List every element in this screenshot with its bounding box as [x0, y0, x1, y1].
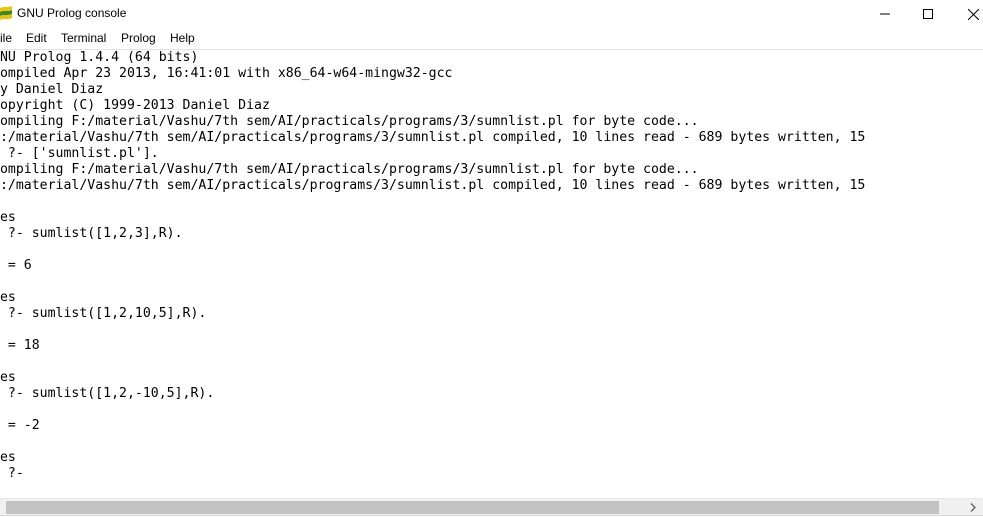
horizontal-scrollbar[interactable] [0, 498, 983, 516]
console-line: compiling F:/material/Vashu/7th sem/AI/p… [0, 162, 699, 177]
menu-terminal[interactable]: Terminal [61, 31, 106, 45]
console-line: R = 18 [7, 338, 40, 353]
menu-edit[interactable]: Edit [26, 31, 47, 45]
title-bar[interactable]: GNU Prolog console [0, 0, 983, 28]
console-line: | ?- sumlist([1,2,3],R). [0, 226, 183, 241]
console-line: | ?- sumlist([1,2,-10,5],R). [0, 386, 215, 401]
console-line: F:/material/Vashu/7th sem/AI/practicals/… [0, 130, 866, 145]
maximize-icon [923, 9, 933, 19]
console-line: yes [0, 370, 16, 385]
console-output[interactable]: GNU Prolog 1.4.4 (64 bits) Compiled Apr … [0, 49, 983, 499]
console-line: R = 6 [7, 258, 32, 273]
console-line: yes [0, 210, 16, 225]
menu-bar: ile Edit Terminal Prolog Help [0, 28, 983, 49]
console-line: yes [0, 450, 16, 465]
console-line: compiling F:/material/Vashu/7th sem/AI/p… [0, 114, 699, 129]
menu-file[interactable]: ile [0, 31, 12, 45]
console-line: | ?- ['sumnlist.pl']. [0, 146, 159, 161]
gnu-prolog-app-icon[interactable] [0, 6, 12, 22]
console-line: yes [0, 290, 16, 305]
console-line: R = -2 [7, 418, 40, 433]
console-line: GNU Prolog 1.4.4 (64 bits) [0, 50, 199, 65]
minimize-icon [880, 9, 890, 19]
console-line: F:/material/Vashu/7th sem/AI/practicals/… [0, 178, 866, 193]
close-button[interactable] [950, 0, 983, 28]
console-line: Copyright (C) 1999-2013 Daniel Diaz [0, 98, 270, 113]
menu-help[interactable]: Help [170, 31, 195, 45]
menu-prolog[interactable]: Prolog [121, 31, 156, 45]
horizontal-scrollbar-thumb[interactable] [6, 501, 939, 514]
console-prompt-line: | ?- [7, 466, 24, 481]
chevron-right-icon [970, 499, 976, 517]
close-icon [967, 8, 979, 20]
maximize-button[interactable] [905, 0, 951, 28]
scroll-right-button[interactable] [964, 499, 981, 516]
window-title: GNU Prolog console [17, 6, 127, 20]
console-line: By Daniel Diaz [0, 82, 104, 97]
console-line: | ?- sumlist([1,2,10,5],R). [0, 306, 207, 321]
console-line: Compiled Apr 23 2013, 16:41:01 with x86_… [0, 66, 453, 81]
minimize-button[interactable] [862, 0, 908, 28]
